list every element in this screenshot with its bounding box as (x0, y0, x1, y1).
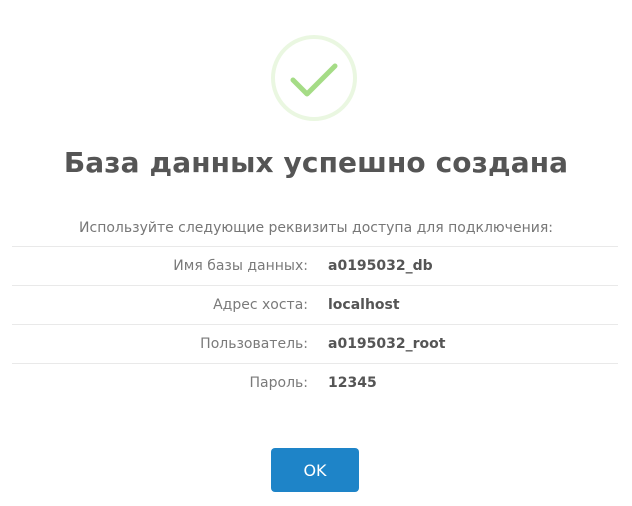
user-value: a0195032_root (328, 336, 446, 352)
credentials-row-db-name: Имя базы данных: a0195032_db (12, 246, 618, 285)
host-value: localhost (328, 297, 400, 313)
db-name-value: a0195032_db (328, 258, 433, 274)
db-name-label: Имя базы данных: (173, 258, 308, 274)
credentials-table: Имя базы данных: a0195032_db Адрес хоста… (12, 246, 618, 402)
password-value: 12345 (328, 375, 377, 391)
credentials-row-host: Адрес хоста: localhost (12, 285, 618, 324)
dialog-intro-text: Используйте следующие реквизиты доступа … (79, 220, 553, 236)
check-circle-icon (271, 35, 357, 121)
dialog-title: База данных успешно создана (63, 146, 569, 179)
user-label: Пользователь: (200, 336, 308, 352)
credentials-row-password: Пароль: 12345 (12, 363, 618, 402)
password-label: Пароль: (249, 375, 308, 391)
success-dialog: База данных успешно создана Используйте … (0, 0, 632, 506)
host-label: Адрес хоста: (213, 297, 308, 313)
credentials-row-user: Пользователь: a0195032_root (12, 324, 618, 363)
ok-button[interactable]: OK (271, 448, 359, 492)
